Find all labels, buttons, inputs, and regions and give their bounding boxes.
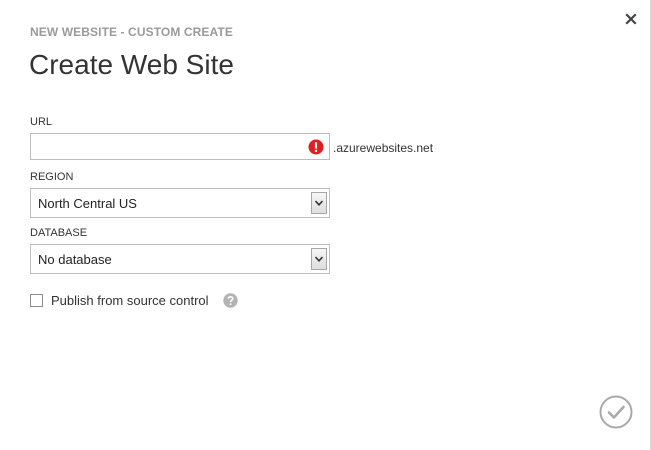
region-label: REGION [30, 171, 74, 183]
region-select[interactable]: North Central US [30, 188, 330, 218]
database-label: DATABASE [30, 227, 88, 239]
error-icon [308, 139, 324, 155]
dialog-subtitle: NEW WEBSITE - CUSTOM CREATE [30, 25, 233, 39]
chevron-down-icon [315, 256, 323, 262]
url-input[interactable] [31, 134, 301, 159]
create-web-site-dialog: NEW WEBSITE - CUSTOM CREATE Create Web S… [0, 0, 651, 450]
database-select[interactable]: No database [30, 244, 330, 274]
publish-checkbox[interactable] [30, 294, 43, 307]
confirm-button[interactable] [599, 395, 633, 429]
close-button[interactable] [622, 10, 640, 28]
region-selected-value: North Central US [38, 196, 137, 211]
chevron-down-icon [315, 200, 323, 206]
checkmark-icon [599, 395, 633, 429]
publish-checkbox-label[interactable]: Publish from source control [51, 293, 209, 308]
url-field-wrapper [30, 133, 330, 160]
database-selected-value: No database [38, 252, 112, 267]
database-dropdown-button[interactable] [311, 248, 327, 270]
region-dropdown-button[interactable] [311, 192, 327, 214]
page-title: Create Web Site [29, 49, 234, 80]
url-label: URL [30, 116, 53, 128]
url-domain-suffix: .azurewebsites.net [333, 141, 434, 155]
help-icon[interactable] [223, 293, 238, 308]
close-icon [625, 13, 637, 25]
